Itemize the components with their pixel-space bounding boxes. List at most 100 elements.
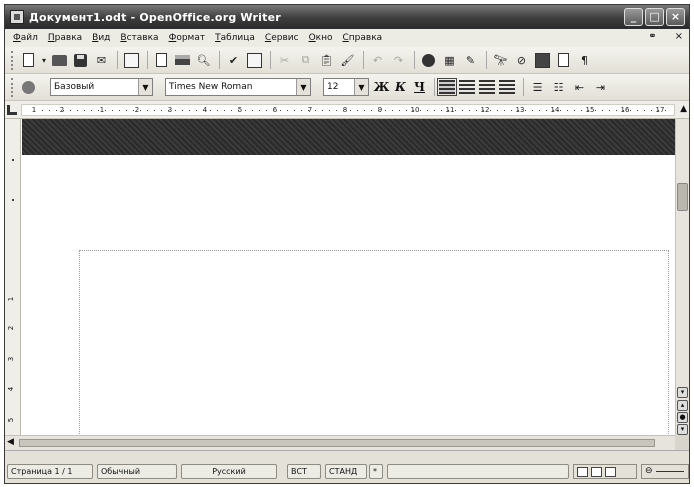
cut-icon[interactable]: ✂ bbox=[275, 51, 294, 70]
close-document-icon[interactable]: × bbox=[675, 31, 683, 42]
menu-table[interactable]: Таблица bbox=[210, 33, 260, 43]
open-office-icon[interactable]: ⚭ bbox=[648, 31, 656, 42]
horizontal-scrollbar[interactable]: ◀ bbox=[5, 435, 675, 450]
menu-tools[interactable]: Сервис bbox=[260, 33, 304, 43]
undo-icon[interactable]: ↶ bbox=[368, 51, 387, 70]
title-bar[interactable]: Документ1.odt - OpenOffice.org Writer _ … bbox=[5, 5, 689, 29]
print-icon[interactable] bbox=[173, 51, 192, 70]
document-page-area[interactable] bbox=[22, 119, 675, 435]
font-name-select[interactable]: Times New Roman ▼ bbox=[165, 78, 311, 96]
export-pdf-icon[interactable] bbox=[152, 51, 171, 70]
format-paintbrush-icon[interactable]: 🖌︎ bbox=[338, 51, 357, 70]
bold-button[interactable]: Ж bbox=[373, 80, 390, 94]
page-style[interactable]: Обычный bbox=[97, 464, 177, 479]
draw-icon[interactable]: ✎ bbox=[461, 51, 480, 70]
edit-mode-icon[interactable] bbox=[122, 51, 141, 70]
align-left-icon[interactable] bbox=[437, 78, 457, 96]
toolbar-grip[interactable] bbox=[11, 77, 15, 97]
document-modified: * bbox=[369, 464, 383, 479]
menu-window[interactable]: Окно bbox=[304, 33, 338, 43]
minimize-button[interactable]: _ bbox=[624, 8, 643, 26]
selection-mode[interactable]: СТАНД bbox=[325, 464, 367, 479]
numbering-icon[interactable]: ☰ bbox=[528, 78, 547, 97]
menu-edit[interactable]: Правка bbox=[43, 33, 87, 43]
toolbar-grip[interactable] bbox=[11, 50, 15, 70]
ruler-dot bbox=[161, 110, 162, 111]
previous-page-icon[interactable]: ▴ bbox=[677, 400, 688, 411]
ruler-mark: 16 bbox=[620, 106, 630, 114]
single-page-view-icon[interactable] bbox=[577, 466, 588, 477]
formatting-marks-icon[interactable]: ¶ bbox=[575, 51, 594, 70]
menu-file[interactable]: Файл bbox=[8, 33, 43, 43]
decrease-indent-icon[interactable]: ⇤ bbox=[570, 78, 589, 97]
vertical-scrollbar[interactable]: ▾ ▴ ● ▾ bbox=[675, 119, 689, 435]
writer-app-icon[interactable] bbox=[10, 10, 24, 24]
page-preview-icon[interactable]: 🔍︎ bbox=[194, 51, 213, 70]
ruler-dot bbox=[168, 110, 169, 111]
underline-button[interactable]: Ч bbox=[411, 80, 428, 94]
align-justify-icon[interactable] bbox=[499, 80, 515, 94]
menu-view[interactable]: Вид bbox=[87, 33, 115, 43]
vertical-scroll-thumb[interactable] bbox=[677, 183, 688, 211]
save-icon[interactable] bbox=[71, 51, 90, 70]
zoom-track[interactable] bbox=[656, 471, 684, 472]
close-button[interactable]: × bbox=[666, 8, 685, 26]
chevron-down-icon[interactable]: ▼ bbox=[354, 79, 368, 95]
navigator-icon[interactable]: ⊘ bbox=[512, 51, 531, 70]
scroll-left-icon[interactable]: ◀ bbox=[7, 437, 14, 447]
page-indicator[interactable]: Страница 1 / 1 bbox=[7, 464, 93, 479]
increase-indent-icon[interactable]: ⇥ bbox=[591, 78, 610, 97]
paragraph-style-value: Базовый bbox=[54, 82, 95, 92]
vertical-ruler[interactable]: 1 2 3 4 5 bbox=[5, 119, 21, 450]
find-icon[interactable]: 🔭︎ bbox=[491, 51, 510, 70]
insert-mode[interactable]: ВСТ bbox=[287, 464, 321, 479]
maximize-button[interactable]: □ bbox=[645, 8, 664, 26]
scroll-down-icon[interactable]: ▾ bbox=[677, 387, 688, 398]
navigation-icon[interactable]: ● bbox=[677, 412, 688, 423]
ruler-dot bbox=[546, 110, 547, 111]
paragraph-style-select[interactable]: Базовый ▼ bbox=[50, 78, 153, 96]
italic-button[interactable]: К bbox=[392, 80, 409, 94]
zoom-out-icon[interactable]: ⊖ bbox=[645, 466, 653, 476]
align-center-icon[interactable] bbox=[459, 80, 475, 94]
copy-icon[interactable]: ⧉ bbox=[296, 51, 315, 70]
multi-page-view-icon[interactable] bbox=[591, 466, 602, 477]
ruler-mark: 13 bbox=[515, 106, 525, 114]
status-bar: Страница 1 / 1 Обычный Русский ВСТ СТАНД… bbox=[5, 450, 689, 483]
chevron-up-icon[interactable]: ▲ bbox=[680, 104, 687, 114]
new-dropdown-icon[interactable]: ▾ bbox=[40, 51, 48, 70]
ruler-dot bbox=[609, 110, 610, 111]
zoom-slider[interactable]: ⊖ bbox=[641, 464, 689, 479]
table-icon[interactable]: ▦ bbox=[440, 51, 459, 70]
ruler-mark: 17 bbox=[655, 106, 665, 114]
align-right-icon[interactable] bbox=[479, 80, 495, 94]
new-document-icon[interactable] bbox=[19, 51, 38, 70]
language-indicator[interactable]: Русский bbox=[181, 464, 277, 479]
tab-stop-icon[interactable] bbox=[7, 105, 17, 115]
paste-icon[interactable]: 📋︎ bbox=[317, 51, 336, 70]
menu-insert[interactable]: Вставка bbox=[115, 33, 163, 43]
menu-help[interactable]: Справка bbox=[337, 33, 387, 43]
ruler-dot bbox=[252, 110, 253, 111]
hyperlink-icon[interactable] bbox=[419, 51, 438, 70]
chevron-down-icon[interactable]: ▼ bbox=[296, 79, 310, 95]
bullets-icon[interactable]: ☷ bbox=[549, 78, 568, 97]
spellcheck-icon[interactable]: ✔ bbox=[224, 51, 243, 70]
horizontal-scroll-thumb[interactable] bbox=[19, 439, 655, 447]
toolbar-separator bbox=[414, 51, 415, 69]
redo-icon[interactable]: ↷ bbox=[389, 51, 408, 70]
autospellcheck-icon[interactable] bbox=[245, 51, 264, 70]
menu-format[interactable]: Формат bbox=[164, 33, 211, 43]
book-view-icon[interactable] bbox=[605, 466, 616, 477]
font-size-select[interactable]: 12 ▼ bbox=[323, 78, 369, 96]
horizontal-ruler[interactable]: 1 2 1 2 3 4 5 6 7 8 9 10 11 12 13 14 15 … bbox=[5, 101, 689, 119]
datasource-icon[interactable] bbox=[554, 51, 573, 70]
open-icon[interactable] bbox=[50, 51, 69, 70]
styles-formatting-icon[interactable] bbox=[19, 78, 38, 97]
gallery-icon[interactable] bbox=[533, 51, 552, 70]
email-icon[interactable]: ✉ bbox=[92, 51, 111, 70]
chevron-down-icon[interactable]: ▼ bbox=[138, 79, 152, 95]
ruler-dot bbox=[532, 110, 533, 111]
ruler-mark: 12 bbox=[480, 106, 490, 114]
next-page-icon[interactable]: ▾ bbox=[677, 424, 688, 435]
